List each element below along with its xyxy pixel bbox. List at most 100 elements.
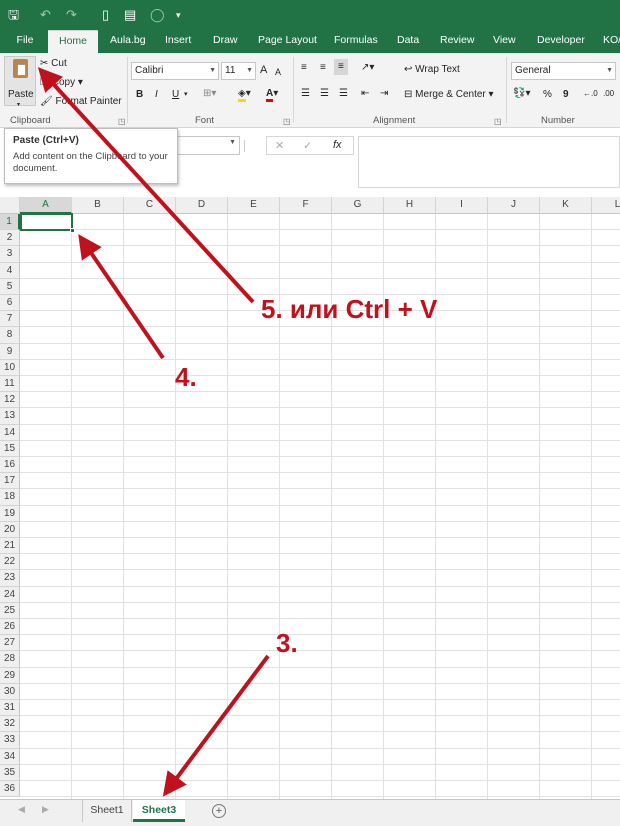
row-header[interactable]: 30 xyxy=(0,683,20,700)
row-header[interactable]: 22 xyxy=(0,554,20,571)
column-header[interactable]: F xyxy=(280,197,332,214)
increase-decimal-icon[interactable]: ←.0 xyxy=(583,87,598,101)
form-icon[interactable]: ▤ xyxy=(124,7,136,23)
row-header[interactable]: 13 xyxy=(0,408,20,425)
tab-formulas[interactable]: Formulas xyxy=(334,30,378,53)
italic-button[interactable]: I xyxy=(155,88,158,102)
select-all-corner[interactable] xyxy=(0,197,20,214)
column-header[interactable]: H xyxy=(384,197,436,214)
tab-page-layout[interactable]: Page Layout xyxy=(258,30,317,53)
column-header[interactable]: B xyxy=(72,197,124,214)
row-header[interactable]: 5 xyxy=(0,278,20,295)
number-format-select[interactable]: General ▼ xyxy=(511,62,616,80)
font-size-select[interactable]: 11 ▼ xyxy=(221,62,256,80)
wrap-text-button[interactable]: ↩ Wrap Text xyxy=(404,63,460,77)
row-header[interactable]: 32 xyxy=(0,716,20,733)
column-header[interactable]: K xyxy=(540,197,592,214)
row-header[interactable]: 24 xyxy=(0,586,20,603)
tab-file[interactable]: File xyxy=(10,30,40,53)
tab-aula[interactable]: Aula.bg xyxy=(110,30,146,53)
font-launcher-icon[interactable]: ◳ xyxy=(283,117,291,126)
paste-button[interactable]: Paste ▾ xyxy=(4,56,36,108)
clipboard-launcher-icon[interactable]: ◳ xyxy=(118,117,126,126)
column-header[interactable]: E xyxy=(228,197,280,214)
font-name-select[interactable]: Calibri ▼ xyxy=(131,62,219,80)
align-center-icon[interactable]: ☰ xyxy=(320,87,329,101)
column-header[interactable]: J xyxy=(488,197,540,214)
row-header[interactable]: 27 xyxy=(0,635,20,652)
undo-icon[interactable]: ↶ xyxy=(40,7,51,23)
row-header[interactable]: 4 xyxy=(0,262,20,279)
row-header[interactable]: 6 xyxy=(0,295,20,312)
accounting-format-icon[interactable]: 💱▾ xyxy=(513,87,530,101)
decrease-decimal-icon[interactable]: .00 xyxy=(603,87,614,101)
scroll-right-icon[interactable]: ▶ xyxy=(42,804,49,815)
row-header[interactable]: 8 xyxy=(0,327,20,344)
percent-button[interactable]: % xyxy=(543,88,552,102)
enter-icon[interactable]: ✓ xyxy=(303,139,312,152)
font-color-icon[interactable]: A▾ xyxy=(266,87,278,102)
increase-indent-icon[interactable]: ⇥ xyxy=(380,87,388,101)
row-header[interactable]: 21 xyxy=(0,538,20,555)
column-header[interactable]: G xyxy=(332,197,384,214)
tab-developer[interactable]: Developer xyxy=(537,30,585,53)
worksheet-grid[interactable]: A B C D E F G H I J K L 1 2 3 4 5 6 7 8 9 10 11 12 13 14 15 16 17 18 1… xyxy=(0,197,620,799)
circle-icon[interactable]: ◯ xyxy=(150,7,165,23)
scroll-left-icon[interactable]: ◀ xyxy=(18,804,25,815)
row-header[interactable]: 16 xyxy=(0,457,20,474)
row-header[interactable]: 7 xyxy=(0,311,20,328)
tab-view[interactable]: View xyxy=(493,30,516,53)
sheet-tab-sheet3[interactable]: Sheet3 xyxy=(133,800,185,822)
row-header[interactable]: 31 xyxy=(0,700,20,717)
row-header[interactable]: 15 xyxy=(0,440,20,457)
align-right-icon[interactable]: ☰ xyxy=(339,87,348,101)
row-header[interactable]: 19 xyxy=(0,505,20,522)
row-header[interactable]: 1 xyxy=(0,214,20,231)
row-header[interactable]: 12 xyxy=(0,392,20,409)
add-sheet-button[interactable]: + xyxy=(212,804,226,818)
tab-review[interactable]: Review xyxy=(440,30,474,53)
tab-draw[interactable]: Draw xyxy=(213,30,238,53)
align-bottom-icon[interactable]: ≡ xyxy=(334,59,348,75)
formula-input[interactable] xyxy=(358,136,620,188)
format-painter-button[interactable]: 🖌 Format Painter xyxy=(40,95,122,109)
row-header[interactable]: 36 xyxy=(0,781,20,798)
row-header[interactable]: 28 xyxy=(0,651,20,668)
column-header[interactable]: I xyxy=(436,197,488,214)
underline-dropdown-icon[interactable]: ▾ xyxy=(184,88,188,102)
row-header[interactable]: 9 xyxy=(0,343,20,360)
cancel-icon[interactable]: ✕ xyxy=(275,139,284,152)
row-header[interactable]: 14 xyxy=(0,424,20,441)
fill-handle[interactable] xyxy=(70,228,75,234)
customize-qat-icon[interactable]: ▾ xyxy=(176,7,181,23)
insert-function-icon[interactable]: fx xyxy=(333,139,342,151)
redo-icon[interactable]: ↷ xyxy=(66,7,77,23)
column-header[interactable]: L xyxy=(592,197,620,214)
column-header[interactable]: A xyxy=(20,197,72,214)
name-box[interactable]: ▼ xyxy=(170,136,240,155)
active-cell-a1[interactable] xyxy=(20,213,75,234)
borders-icon[interactable]: ⊞▾ xyxy=(203,87,216,101)
save-icon[interactable]: 🖫 xyxy=(8,7,19,23)
alignment-launcher-icon[interactable]: ◳ xyxy=(494,117,502,126)
shrink-font-button[interactable]: A xyxy=(275,65,281,79)
grow-font-button[interactable]: A xyxy=(260,63,267,77)
comma-style-button[interactable]: 9 xyxy=(563,88,569,102)
column-header[interactable]: D xyxy=(176,197,228,214)
merge-center-button[interactable]: ⊟ Merge & Center ▾ xyxy=(404,88,494,102)
align-top-icon[interactable]: ≡ xyxy=(301,61,307,75)
sheet-tab-sheet1[interactable]: Sheet1 xyxy=(82,800,132,822)
print-preview-icon[interactable]: ▯ xyxy=(102,7,109,23)
decrease-indent-icon[interactable]: ⇤ xyxy=(361,87,369,101)
tab-data[interactable]: Data xyxy=(397,30,419,53)
tab-ko[interactable]: KO/ xyxy=(603,30,620,53)
row-header[interactable]: 10 xyxy=(0,359,20,376)
bold-button[interactable]: B xyxy=(136,88,143,102)
fill-color-icon[interactable]: ◈▾ xyxy=(238,87,251,102)
row-header[interactable]: 20 xyxy=(0,521,20,538)
row-header[interactable]: 18 xyxy=(0,489,20,506)
tab-home[interactable]: Home xyxy=(48,30,98,53)
row-header[interactable]: 29 xyxy=(0,667,20,684)
column-header[interactable]: C xyxy=(124,197,176,214)
row-header[interactable]: 26 xyxy=(0,619,20,636)
